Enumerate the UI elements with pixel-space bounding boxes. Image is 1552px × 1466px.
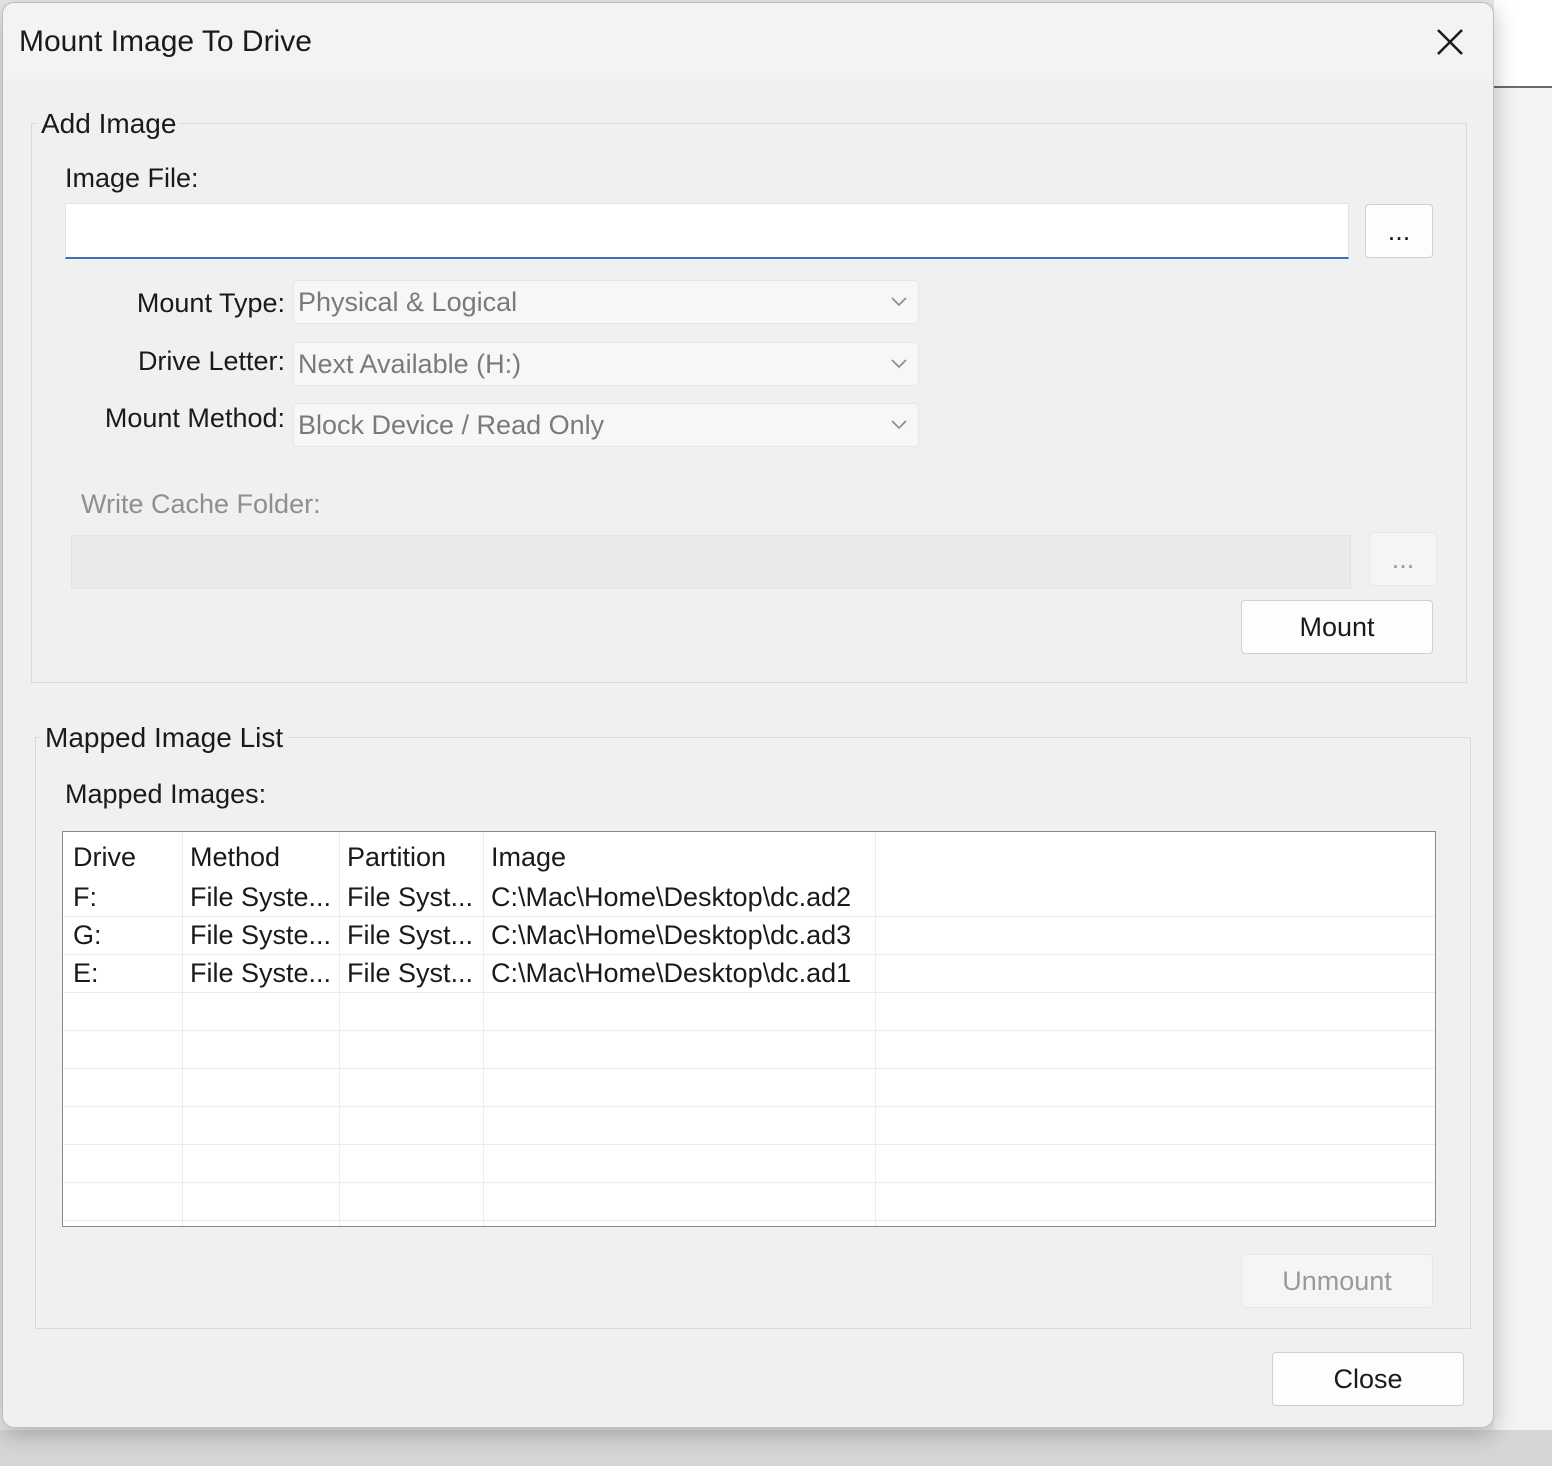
dialog-title: Mount Image To Drive [19,25,312,58]
drive-letter-select[interactable]: Next Available (H:) [293,342,919,386]
cell-image: C:\Mac\Home\Desktop\dc.ad1 [491,958,852,988]
mount-method-value: Block Device / Read Only [298,409,605,440]
mount-type-select[interactable]: Physical & Logical [293,280,919,324]
chevron-down-icon [891,420,907,430]
cell-partition: File Syst... [347,882,474,912]
cell-drive: F: [73,882,97,912]
table-row[interactable]: F: File Syste... File Syst... C:\Mac\Hom… [63,878,1435,917]
empty-row [63,992,1435,1031]
mount-type-label: Mount Type: [136,288,285,318]
background-window [1494,0,1552,1466]
background-window-header [1494,0,1552,88]
cell-image: C:\Mac\Home\Desktop\dc.ad2 [491,882,852,912]
chevron-down-icon [891,359,907,369]
unmount-button[interactable]: Unmount [1241,1254,1433,1308]
browse-label: ... [1387,215,1411,246]
cell-partition: File Syst... [347,958,474,988]
mount-method-select[interactable]: Block Device / Read Only [293,403,919,447]
mount-method-label: Mount Method: [104,403,285,433]
mapped-images-list[interactable]: Drive Method Partition Image F: File Sys… [62,831,1436,1227]
empty-row [63,1144,1435,1183]
image-file-browse-button[interactable]: ... [1365,204,1433,258]
cell-method: File Syste... [190,920,332,950]
image-file-label: Image File: [65,163,199,193]
cell-drive: G: [73,920,102,950]
cell-drive: E: [73,958,99,988]
cell-partition: File Syst... [347,920,474,950]
column-header-drive[interactable]: Drive [73,838,136,876]
write-cache-browse-button[interactable]: ... [1369,532,1437,586]
title-bar: Mount Image To Drive [3,3,1493,79]
mount-button[interactable]: Mount [1241,600,1433,654]
write-cache-browse-label: ... [1391,543,1415,574]
drive-letter-value: Next Available (H:) [298,348,522,379]
add-image-legend: Add Image [37,108,181,140]
close-button[interactable]: Close [1272,1352,1464,1406]
column-header-image[interactable]: Image [491,838,566,876]
image-file-input[interactable] [65,203,1349,259]
table-row[interactable]: G: File Syste... File Syst... C:\Mac\Hom… [63,916,1435,955]
empty-row [63,1182,1435,1221]
empty-row [63,1068,1435,1107]
cell-method: File Syste... [190,958,332,988]
drive-letter-label: Drive Letter: [137,346,285,376]
background-desktop [0,1430,1552,1466]
mount-button-label: Mount [1299,611,1375,642]
mapped-image-list-legend: Mapped Image List [41,722,288,754]
column-header-partition[interactable]: Partition [347,838,446,876]
empty-row [63,1106,1435,1145]
close-icon[interactable] [1425,19,1473,67]
table-row[interactable]: E: File Syste... File Syst... C:\Mac\Hom… [63,954,1435,993]
mount-type-value: Physical & Logical [298,286,518,317]
cell-method: File Syste... [190,882,332,912]
write-cache-label: Write Cache Folder: [81,489,321,519]
chevron-down-icon [891,297,907,307]
column-header-method[interactable]: Method [190,838,280,876]
list-header: Drive Method Partition Image [63,838,1435,878]
cell-image: C:\Mac\Home\Desktop\dc.ad3 [491,920,852,950]
mount-image-dialog: Mount Image To Drive Add Image Image Fil… [2,2,1494,1428]
mapped-images-label: Mapped Images: [65,779,267,809]
empty-row [63,1030,1435,1069]
unmount-button-label: Unmount [1282,1265,1392,1296]
close-button-label: Close [1333,1363,1403,1394]
write-cache-input[interactable] [71,535,1351,589]
